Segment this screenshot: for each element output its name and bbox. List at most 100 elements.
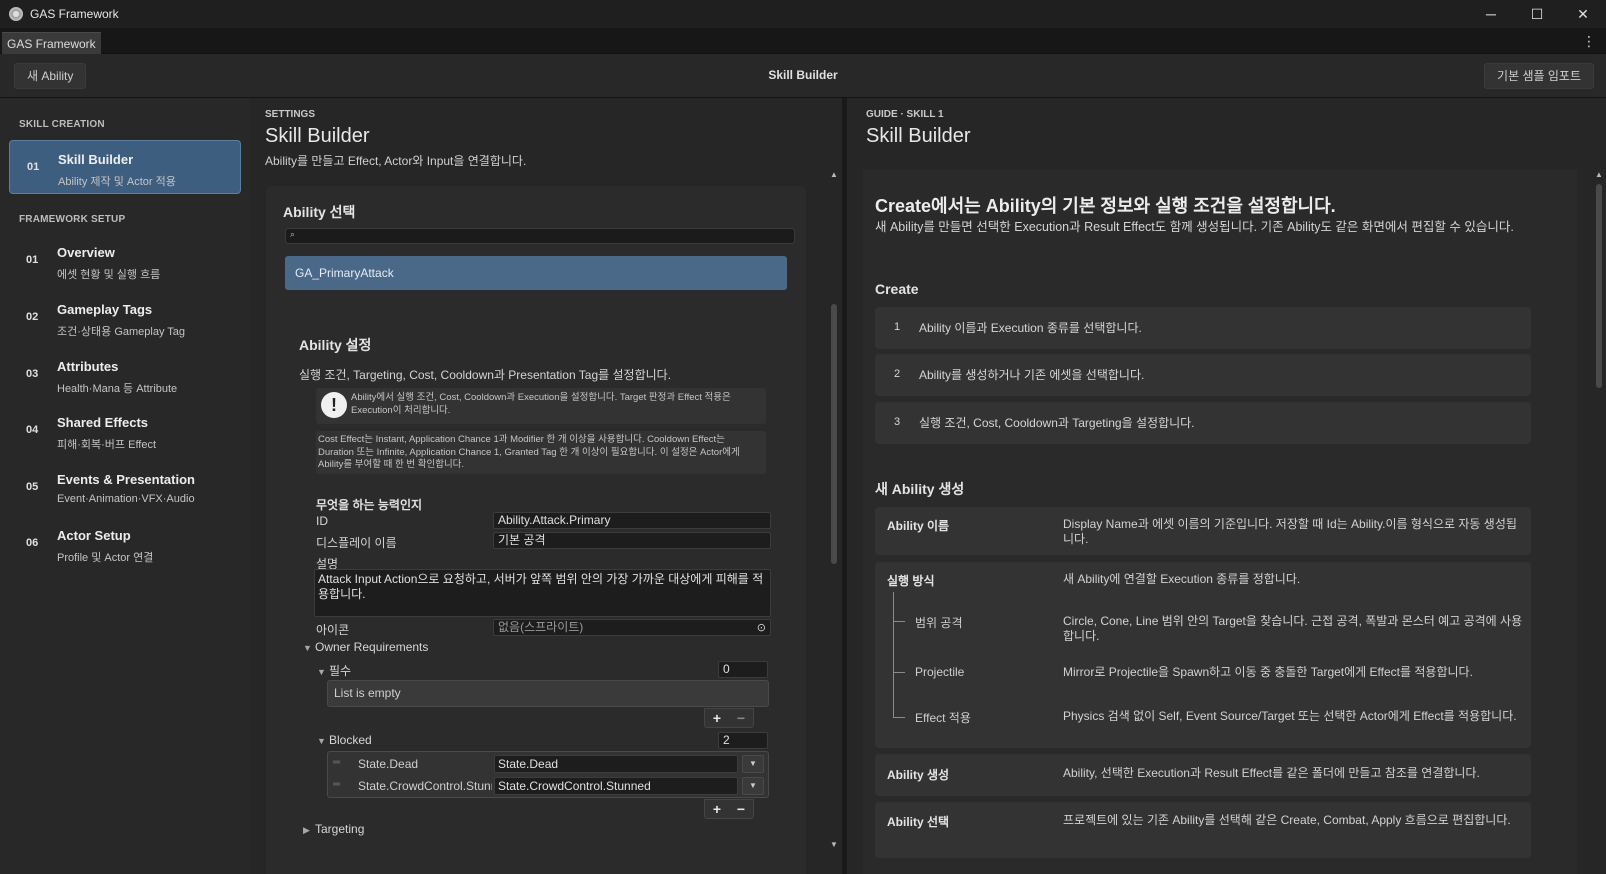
window-title: GAS Framework (30, 7, 119, 21)
ability-list-item-selected[interactable]: GA_PrimaryAttack (285, 256, 787, 290)
tree-branch (893, 672, 905, 673)
guide-eyebrow: GUIDE · SKILL 1 (866, 109, 944, 120)
nav-label: Gameplay Tags (57, 302, 153, 317)
remove-element-button[interactable]: − (737, 710, 745, 726)
new-ability-heading: 새 Ability 생성 (875, 481, 965, 497)
scroll-up-icon[interactable]: ▲ (1595, 170, 1603, 179)
targeting-foldout[interactable]: ▶ Targeting (303, 822, 364, 836)
required-label: 필수 (329, 664, 352, 678)
warning-helpbox: ! Ability에서 실행 조건, Cost, Cooldown과 Execu… (316, 388, 766, 424)
tab-gas-framework[interactable]: GAS Framework (2, 32, 101, 54)
guide-scrollbar[interactable]: ▲ (1593, 170, 1605, 874)
window-controls: ─ ☐ ✕ (1468, 0, 1606, 28)
object-picker-icon[interactable]: ⊙ (757, 621, 766, 636)
tree-branch (893, 717, 905, 718)
drag-handle-icon[interactable]: ═ (333, 779, 340, 790)
sidebar-item-actor-setup[interactable]: 06 Actor Setup Profile 및 Actor 연결 (9, 517, 241, 571)
row-key: Ability 선택 (887, 815, 950, 829)
warning-icon: ! (321, 392, 347, 418)
dropdown-arrow-icon[interactable]: ▼ (742, 777, 764, 795)
dropdown-arrow-icon[interactable]: ▼ (742, 755, 764, 773)
blocked-item-label: State.CrowdControl.Stunned (358, 779, 492, 793)
ability-settings-heading: Ability 설정 (299, 337, 372, 353)
blocked-count-field[interactable]: 2 (718, 732, 768, 749)
settings-scrollbar[interactable]: ▲ ▼ (828, 170, 840, 874)
expanded-triangle-icon: ▼ (317, 667, 326, 677)
tab-strip: GAS Framework ⋮ (0, 28, 1606, 54)
step-text: Ability 이름과 Execution 종류를 선택합니다. (919, 321, 1142, 335)
blocked-item-label: State.Dead (358, 757, 419, 771)
scroll-thumb[interactable] (831, 304, 837, 564)
add-element-button[interactable]: + (713, 710, 721, 726)
sidebar-item-attributes[interactable]: 03 Attributes Health·Mana 등 Attribute (9, 348, 241, 402)
nav-subtitle: Ability 제작 및 Actor 적용 (58, 176, 176, 188)
required-list-empty: List is empty (327, 680, 769, 707)
required-foldout[interactable]: ▼ 필수 (317, 662, 351, 679)
settings-panel: SETTINGS Skill Builder Ability를 만들고 Effe… (250, 98, 842, 874)
nav-label: Attributes (57, 359, 119, 374)
exec-effect-key: Effect 적용 (915, 711, 971, 725)
owner-requirements-foldout[interactable]: ▼ Owner Requirements (303, 640, 428, 654)
exec-projectile-key: Projectile (915, 665, 965, 679)
nav-subtitle: 피해·회복·버프 Effect (57, 439, 157, 451)
scroll-up-icon[interactable]: ▲ (830, 170, 838, 179)
remove-element-button[interactable]: − (737, 801, 745, 817)
nav-number: 04 (26, 424, 39, 436)
scroll-down-icon[interactable]: ▼ (830, 840, 838, 849)
description-textarea[interactable]: Attack Input Action으로 요청하고, 서버가 앞쪽 범위 안의… (314, 569, 771, 617)
sidebar-item-overview[interactable]: 01 Overview 에셋 현황 및 실행 흐름 (9, 234, 241, 288)
table-row: 실행 방식 새 Ability에 연결할 Execution 종류를 정합니다.… (875, 562, 1531, 748)
ability-search-input[interactable]: ⌕ (285, 228, 795, 244)
icon-field-value: 없음(스프라이트) (498, 620, 584, 634)
list-item: ═ State.CrowdControl.Stunned State.Crowd… (328, 776, 768, 796)
row-value: Display Name과 에셋 이름의 기준입니다. 저장할 때 Id는 Ab… (1063, 517, 1517, 546)
title-bar: GAS Framework ─ ☐ ✕ (0, 0, 1606, 28)
expanded-triangle-icon: ▼ (317, 736, 326, 746)
sidebar-item-gameplay-tags[interactable]: 02 Gameplay Tags 조건·상태용 Gameplay Tag (9, 291, 241, 345)
exec-projectile-value: Mirror로 Projectile을 Spawn하고 이동 중 충돌한 Tar… (1063, 665, 1473, 679)
guide-title: Skill Builder (866, 125, 971, 147)
required-count-field[interactable]: 0 (718, 661, 768, 678)
minimize-button[interactable]: ─ (1468, 0, 1514, 28)
icon-label: 아이콘 (316, 623, 350, 637)
exec-range-key: 범위 공격 (915, 616, 963, 630)
scroll-thumb[interactable] (1596, 184, 1602, 388)
icon-object-field[interactable]: 없음(스프라이트) ⊙ (493, 619, 771, 636)
create-heading: Create (875, 281, 919, 297)
sidebar-item-events-presentation[interactable]: 05 Events & Presentation Event·Animation… (9, 461, 241, 515)
nav-subtitle: 에셋 현황 및 실행 흐름 (57, 269, 161, 281)
blocked-list: ═ State.Dead State.Dead ▼ ═ State.CrowdC… (327, 751, 769, 798)
settings-eyebrow: SETTINGS (265, 109, 316, 120)
table-row: Ability 선택 프로젝트에 있는 기존 Ability를 선택해 같은 C… (875, 802, 1531, 858)
display-name-field[interactable]: 기본 공격 (493, 532, 771, 549)
sidebar-section-skill-creation: SKILL CREATION (19, 119, 105, 130)
blocked-foldout[interactable]: ▼ Blocked (317, 733, 372, 747)
maximize-button[interactable]: ☐ (1514, 0, 1560, 28)
guide-panel: GUIDE · SKILL 1 Skill Builder Create에서는 … (847, 98, 1606, 874)
nav-subtitle: Health·Mana 등 Attribute (57, 383, 178, 395)
tree-branch (893, 621, 905, 622)
sidebar-item-skill-builder[interactable]: 01 Skill Builder Ability 제작 및 Actor 적용 (9, 140, 241, 194)
nav-number: 01 (26, 254, 39, 266)
blocked-label: Blocked (329, 733, 372, 747)
targeting-label: Targeting (315, 822, 365, 836)
tree-line (893, 592, 894, 718)
id-label: ID (316, 514, 328, 528)
blocked-item-field[interactable]: State.CrowdControl.Stunned (494, 777, 738, 795)
close-button[interactable]: ✕ (1560, 0, 1606, 28)
id-field[interactable]: Ability.Attack.Primary (493, 512, 771, 529)
sidebar-item-shared-effects[interactable]: 04 Shared Effects 피해·회복·버프 Effect (9, 404, 241, 458)
more-menu-icon[interactable]: ⋮ (1582, 34, 1596, 48)
import-samples-button[interactable]: 기본 샘플 임포트 (1484, 63, 1594, 89)
drag-handle-icon[interactable]: ═ (333, 757, 340, 768)
add-element-button[interactable]: + (713, 801, 721, 817)
collapsed-triangle-icon: ▶ (303, 825, 310, 835)
step-number: 2 (894, 368, 901, 380)
required-list-controls: + − (704, 708, 754, 728)
nav-number: 06 (26, 537, 39, 549)
blocked-list-controls: + − (704, 799, 754, 819)
info-helpbox: Cost Effect는 Instant, Application Chance… (316, 431, 766, 474)
list-item: 1 Ability 이름과 Execution 종류를 선택합니다. (875, 307, 1531, 349)
toolbar: 새 Ability Skill Builder 기본 샘플 임포트 (0, 54, 1606, 98)
blocked-item-field[interactable]: State.Dead (494, 755, 738, 773)
